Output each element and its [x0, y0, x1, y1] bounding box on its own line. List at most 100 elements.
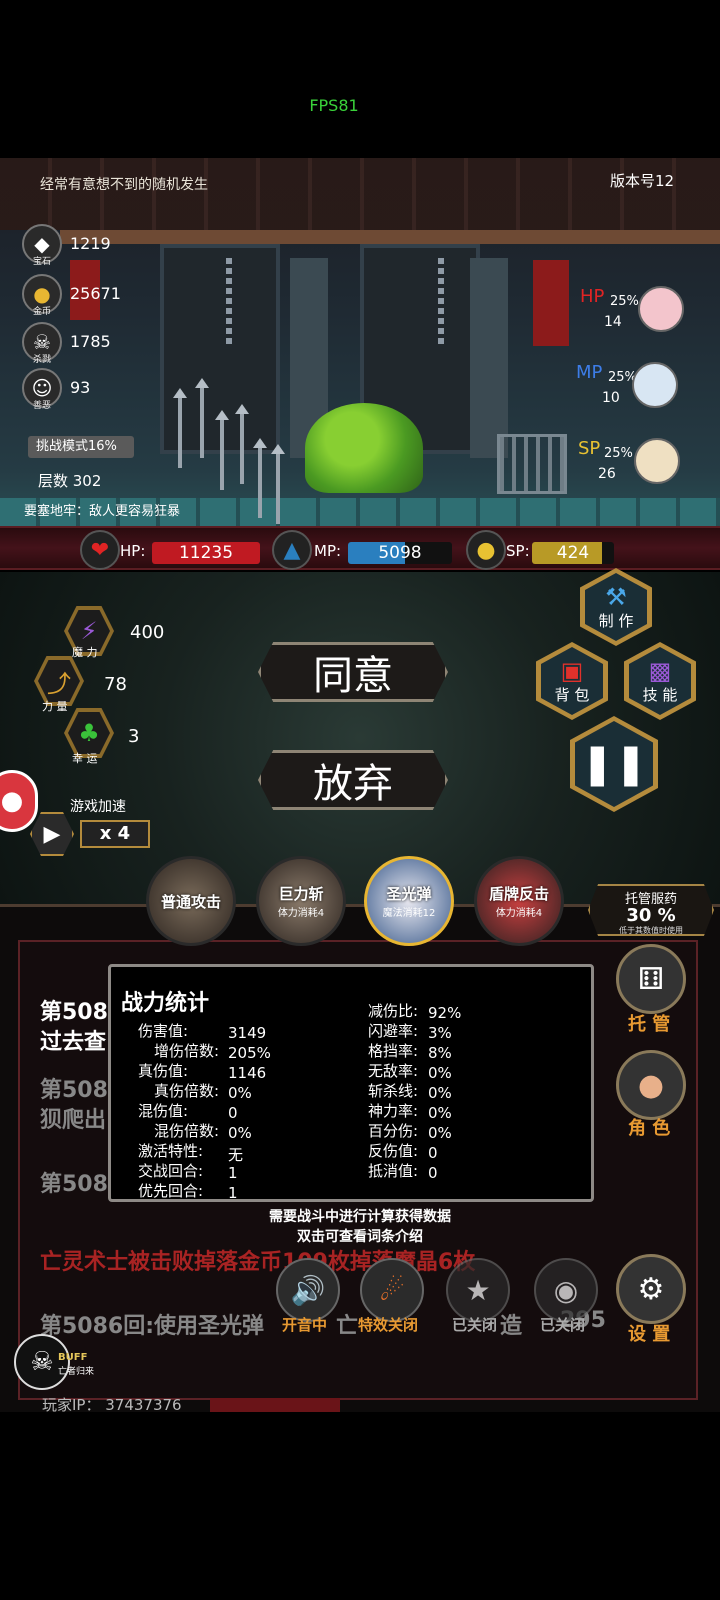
- hp-potion[interactable]: HP 25% 14: [580, 286, 720, 334]
- challenge-mode-badge[interactable]: 挑战模式16%: [28, 436, 134, 458]
- stat-key[interactable]: 反伤值:: [368, 1140, 418, 1161]
- character-button[interactable]: ●: [616, 1050, 686, 1120]
- spike-trap: [271, 444, 285, 524]
- stat-key[interactable]: 神力率:: [368, 1100, 418, 1121]
- stat-key[interactable]: 抵消值:: [368, 1160, 418, 1181]
- strength-icon: ⤴: [38, 660, 80, 702]
- stat-key[interactable]: 伤害值:: [138, 1020, 188, 1041]
- anvil-icon: ⚒: [605, 582, 627, 611]
- stat-value: 0: [228, 1104, 238, 1122]
- stat-key[interactable]: 优先回合:: [138, 1180, 203, 1201]
- stat-key[interactable]: 激活特性:: [138, 1140, 203, 1161]
- skill-name: 圣光弹: [386, 885, 432, 903]
- potion-name: MP: [576, 362, 603, 383]
- mp-potion[interactable]: MP 25% 10: [576, 362, 720, 410]
- holy-bolt-skill[interactable]: 圣光弹 魔法消耗12: [364, 856, 454, 946]
- hp-value: 11235: [178, 543, 234, 563]
- hp-potion-icon: [638, 286, 684, 332]
- skull-icon: ☠: [30, 1347, 54, 1377]
- iron-cage: [497, 434, 567, 494]
- attribute-label: 幸 运: [72, 752, 98, 765]
- settings-label: 设 置: [628, 1324, 671, 1345]
- stat-key[interactable]: 真伤值:: [138, 1060, 188, 1081]
- sound-toggle[interactable]: 🔊: [276, 1258, 340, 1322]
- potion-count: 10: [602, 390, 620, 406]
- mp-value: 5098: [378, 543, 422, 563]
- sp-potion[interactable]: SP 25% 26: [578, 438, 720, 486]
- stat-key[interactable]: 真伤倍数:: [154, 1080, 219, 1101]
- shield-counter-skill[interactable]: 盾牌反击 体力消耗4: [474, 856, 564, 946]
- agree-button[interactable]: 同意: [258, 642, 448, 702]
- sound-toggle-label: 开音中: [282, 1316, 328, 1334]
- resource-value: 1219: [70, 234, 111, 253]
- potion-threshold: 25%: [604, 446, 633, 461]
- effects-toggle-label: 特效关闭: [358, 1316, 419, 1334]
- dragon-toggle-label: 已关闭: [452, 1316, 498, 1334]
- slime-bush-enemy[interactable]: [305, 403, 423, 493]
- dragon-icon: ★: [465, 1273, 491, 1307]
- stat-key[interactable]: 闪避率:: [368, 1020, 418, 1041]
- gear-icon: ⚙: [637, 1271, 665, 1307]
- normal-attack-skill[interactable]: 普通攻击: [146, 856, 236, 946]
- resource-gold: ● 金币 25671: [22, 274, 162, 317]
- play-icon[interactable]: ▶: [30, 812, 74, 856]
- auto-potion-setting[interactable]: 托管服药 30 % 低于其数值时使用: [588, 884, 714, 936]
- dice-icon: ⚅: [637, 961, 665, 997]
- money-bag-icon: ◉: [553, 1273, 579, 1307]
- effects-toggle[interactable]: ☄: [360, 1258, 424, 1322]
- resource-value: 25671: [70, 284, 121, 303]
- stat-key[interactable]: 交战回合:: [138, 1160, 203, 1181]
- loot-bag-toggle-label: 已关闭: [540, 1316, 586, 1334]
- stat-value: 205%: [228, 1044, 271, 1062]
- resource-kills: ☠ 杀戮 1785: [22, 322, 162, 365]
- auto-battle-label: 托 管: [628, 1014, 671, 1035]
- stat-key[interactable]: 斩杀线:: [368, 1080, 418, 1101]
- dungeon-modifier-text: 要塞地牢：敌人更容易狂暴: [24, 504, 181, 519]
- potion-count: 14: [604, 314, 622, 330]
- mp-potion-icon: [632, 362, 678, 408]
- skill-name: 盾牌反击: [488, 885, 549, 903]
- game-speed-control[interactable]: ▶ x 4: [30, 812, 154, 856]
- hanging-chain: [226, 258, 232, 348]
- stat-key[interactable]: 混伤值:: [138, 1100, 188, 1121]
- stat-key[interactable]: 混伤倍数:: [154, 1120, 219, 1141]
- dragon-toggle[interactable]: ★: [446, 1258, 510, 1322]
- stat-value: 8%: [428, 1044, 452, 1062]
- stat-key[interactable]: 格挡率:: [368, 1040, 418, 1061]
- spellbook-icon: ▩: [648, 656, 672, 685]
- resource-value: 93: [70, 378, 91, 397]
- power-slash-skill[interactable]: 巨力斩 体力消耗4: [256, 856, 346, 946]
- stat-value: 0: [428, 1164, 438, 1182]
- potion-count: 26: [598, 466, 616, 482]
- stats-hint: 双击可查看词条介绍: [297, 1229, 423, 1245]
- stats-title: 战力统计: [121, 991, 210, 1016]
- settings-button[interactable]: ⚙: [616, 1254, 686, 1324]
- speed-multiplier[interactable]: x 4: [80, 820, 150, 848]
- stat-value: 0%: [428, 1104, 452, 1122]
- loot-bag-toggle[interactable]: ◉: [534, 1258, 598, 1322]
- stat-key[interactable]: 减伤比:: [368, 1000, 418, 1021]
- comet-icon: ☄: [379, 1273, 405, 1307]
- backpack-icon: ▣: [560, 656, 584, 685]
- stone-pillar: [470, 258, 508, 458]
- stat-value: 0%: [428, 1084, 452, 1102]
- log-fragment: 造: [500, 1314, 523, 1339]
- stat-key[interactable]: 无敌率:: [368, 1060, 418, 1081]
- hooded-figure-icon: ●: [637, 1067, 665, 1103]
- stat-key[interactable]: 百分伤:: [368, 1120, 418, 1141]
- skill-name: 巨力斩: [278, 885, 324, 903]
- skill-cost: 魔法消耗12: [382, 908, 436, 919]
- stat-value: 1146: [228, 1064, 267, 1082]
- potion-name: SP: [578, 438, 601, 459]
- stat-key[interactable]: 增伤倍数:: [154, 1040, 219, 1061]
- mp-bar: 5098: [348, 542, 452, 564]
- attribute-value: 78: [104, 674, 127, 695]
- buff-title: BUFF: [58, 1352, 88, 1363]
- mp-bar-label: MP:: [314, 542, 342, 560]
- log-line: 第5086回:使用圣光弹: [40, 1314, 265, 1339]
- auto-battle-button[interactable]: ⚅: [616, 944, 686, 1014]
- abandon-button[interactable]: 放弃: [258, 750, 448, 810]
- potion-threshold: 25%: [610, 294, 639, 309]
- log-fragment: 亡: [336, 1314, 359, 1339]
- resource-value: 1785: [70, 332, 111, 351]
